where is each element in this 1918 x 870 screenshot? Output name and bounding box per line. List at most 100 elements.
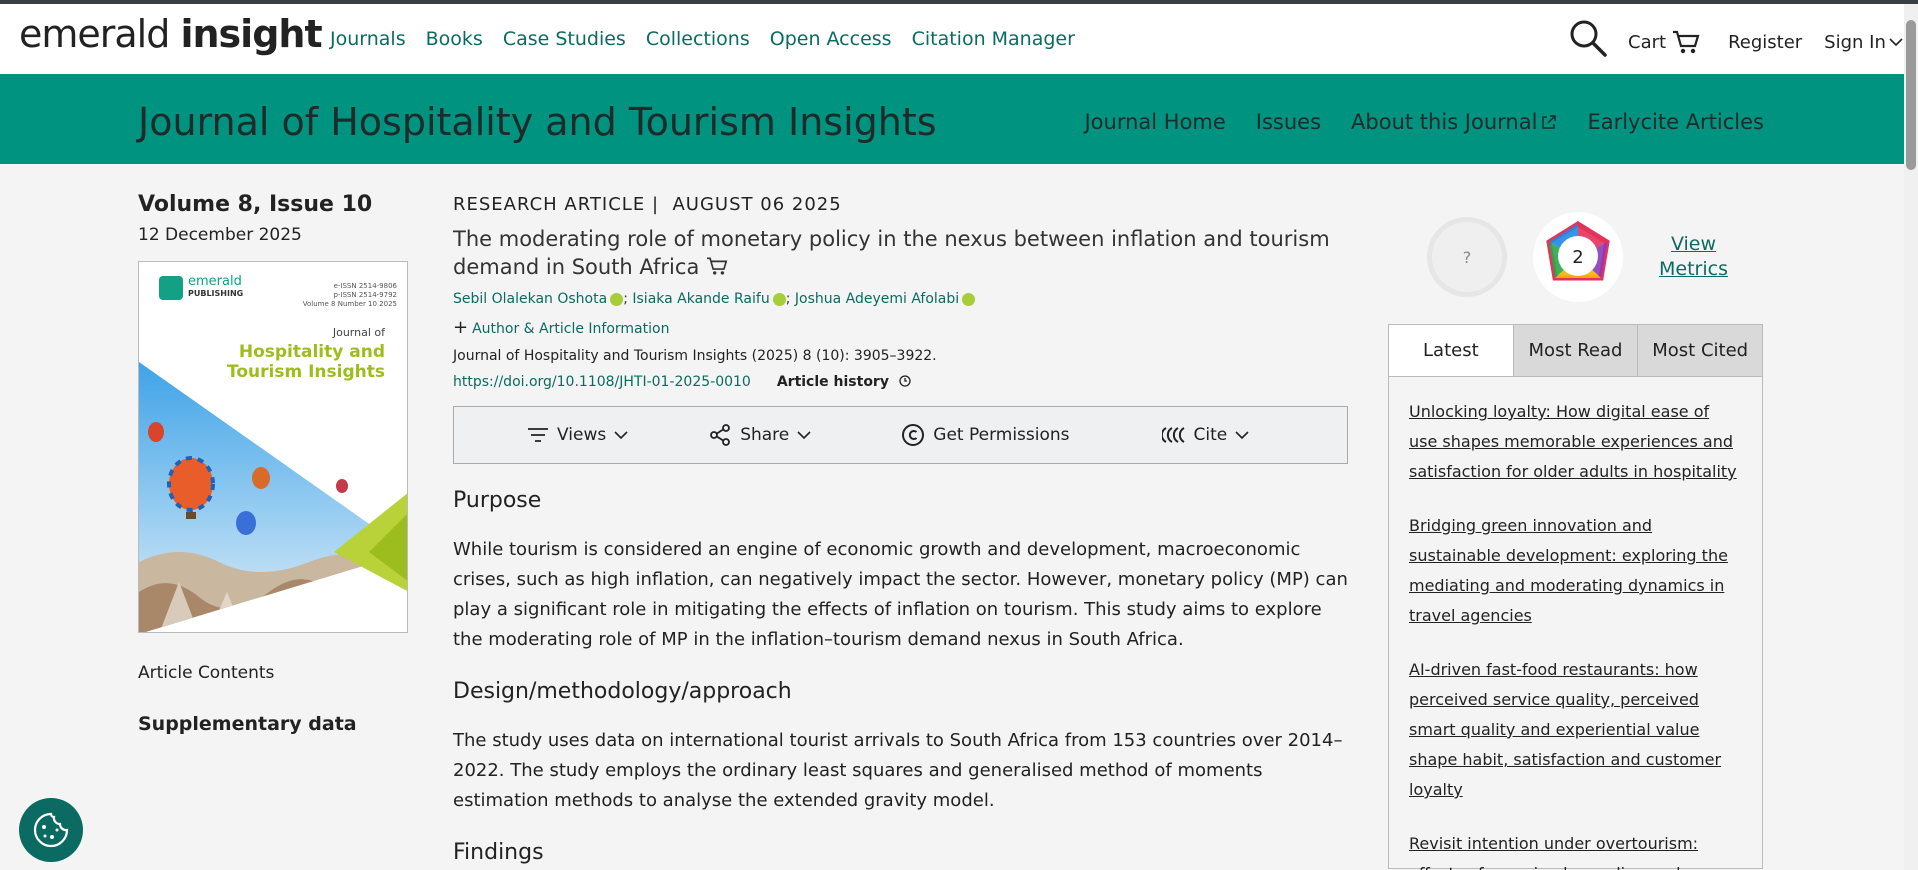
cover-journal-of: Journal of	[332, 326, 385, 339]
earlycite-link[interactable]: Earlycite Articles	[1587, 110, 1764, 134]
journal-home-link[interactable]: Journal Home	[1084, 110, 1225, 134]
register-link[interactable]: Register	[1728, 32, 1802, 53]
cover-journal-name: Hospitality and Tourism Insights	[227, 342, 385, 382]
cover-issn: e-ISSN 2514-9806 p-ISSN 2514-9792 Volume 8…	[302, 282, 397, 308]
tab-row: Latest Most Read Most Cited	[1389, 325, 1763, 377]
article-history-label: Article history	[776, 374, 889, 390]
search-icon[interactable]	[1568, 18, 1608, 58]
altmetric-badge[interactable]: ?	[1427, 217, 1507, 297]
list-item[interactable]: Revisit intention under overtourism: eff…	[1409, 829, 1742, 870]
nav-books[interactable]: Books	[426, 28, 483, 50]
design-text: The study uses data on international tou…	[453, 730, 1343, 811]
about-journal-link[interactable]: About this Journal	[1351, 110, 1557, 134]
emerald-publishing-logo: emerald PUBLISHING	[159, 275, 243, 300]
nav-collections[interactable]: Collections	[646, 28, 750, 50]
cart-label: Cart	[1628, 31, 1667, 53]
list-item[interactable]: Unlocking loyalty: How digital ease of u…	[1409, 397, 1742, 487]
copyright-icon	[902, 424, 925, 446]
dimensions-count: 2	[1572, 247, 1583, 268]
views-label: Views	[557, 425, 607, 445]
citation-text: Journal of Hospitality and Tourism Insig…	[453, 348, 937, 364]
nav-citation-manager[interactable]: Citation Manager	[912, 28, 1075, 50]
tab-most-read[interactable]: Most Read	[1512, 325, 1638, 376]
latest-articles-list: Unlocking loyalty: How digital ease of u…	[1389, 377, 1762, 870]
cookie-icon	[33, 812, 69, 848]
purpose-heading: Purpose	[453, 488, 542, 513]
findings-heading: Findings	[453, 840, 544, 865]
orcid-icon[interactable]	[962, 292, 976, 306]
site-header: emerald insight Journals Books Case Stud…	[0, 4, 1918, 74]
journal-cover-image[interactable]: emerald PUBLISHING e-ISSN 2514-9806 p-ISSN…	[138, 261, 408, 633]
journal-nav: Journal Home Issues About this Journal E…	[1054, 110, 1764, 134]
share-icon	[710, 424, 731, 446]
doi-link[interactable]: https://doi.org/10.1108/JHTI-01-2025-001…	[453, 374, 751, 390]
purpose-text: While tourism is considered an engine of…	[453, 539, 1348, 650]
orcid-icon[interactable]	[772, 292, 786, 306]
author-link[interactable]: Joshua Adeyemi Afolabi	[795, 291, 959, 307]
list-item[interactable]: AI-driven fast-food restaurants: how per…	[1409, 655, 1742, 805]
design-heading: Design/methodology/approach	[453, 679, 792, 704]
issue-date: 12 December 2025	[138, 225, 302, 245]
article-toolbar: Views Share Get Permissions Cite	[453, 406, 1348, 464]
journal-title[interactable]: Journal of Hospitality and Tourism Insig…	[138, 100, 937, 144]
views-button[interactable]: Views	[527, 425, 628, 445]
orcid-icon[interactable]	[610, 292, 624, 306]
author-list: Sebil Olalekan Oshota; Isiaka Akande Rai…	[453, 291, 1348, 307]
author-link[interactable]: Isiaka Akande Raifu	[632, 291, 769, 307]
emerald-logo-mark	[159, 276, 183, 300]
main-nav: Journals Books Case Studies Collections …	[330, 28, 1095, 50]
about-journal-label: About this Journal	[1351, 110, 1538, 134]
issue-sidebar: Volume 8, Issue 10 12 December 2025 emer…	[138, 192, 408, 735]
dimensions-badge[interactable]: 2	[1533, 212, 1623, 302]
nav-journals[interactable]: Journals	[330, 28, 406, 50]
tab-most-cited[interactable]: Most Cited	[1637, 325, 1763, 376]
cart-icon[interactable]	[706, 256, 728, 276]
list-item[interactable]: Bridging green innovation and sustainabl…	[1409, 511, 1742, 631]
sign-in-button[interactable]: Sign In	[1824, 32, 1903, 53]
article-main: RESEARCH ARTICLE | AUGUST 06 2025 The mo…	[453, 194, 1348, 865]
chevron-down-icon	[797, 431, 811, 440]
header-actions: Cart Register Sign In	[1568, 20, 1903, 58]
articles-tab-panel: Latest Most Read Most Cited Unlocking lo…	[1388, 324, 1763, 870]
supplementary-data-link[interactable]: Supplementary data	[138, 713, 408, 735]
article-contents-link[interactable]: Article Contents	[138, 663, 408, 683]
cart-button[interactable]: Cart	[1628, 29, 1700, 55]
sign-in-label: Sign In	[1824, 31, 1886, 53]
cite-label: Cite	[1193, 425, 1228, 445]
author-info-toggle[interactable]: + Author & Article Information	[453, 317, 1348, 338]
external-link-icon	[1542, 115, 1557, 129]
scrollbar-thumb[interactable]	[1906, 20, 1916, 170]
doi-row: https://doi.org/10.1108/JHTI-01-2025-001…	[453, 374, 1348, 390]
author-info-label: Author & Article Information	[472, 321, 670, 337]
get-permissions-button[interactable]: Get Permissions	[901, 423, 1070, 447]
cookie-settings-button[interactable]	[19, 798, 83, 862]
lines-icon	[528, 428, 548, 442]
article-history-button[interactable]: Article history	[777, 374, 912, 390]
metrics-widget: ? 2 View Metrics	[1427, 212, 1728, 302]
emerald-insight-logo[interactable]: emerald insight	[19, 12, 323, 56]
cite-button[interactable]: Cite	[1161, 425, 1250, 445]
author-link[interactable]: Sebil Olalekan Oshota	[453, 291, 607, 307]
permissions-label: Get Permissions	[933, 425, 1070, 445]
chevron-down-icon	[1235, 431, 1249, 440]
share-label: Share	[740, 425, 790, 445]
article-kicker: RESEARCH ARTICLE | AUGUST 06 2025	[453, 194, 842, 215]
journal-band: Journal of Hospitality and Tourism Insig…	[0, 74, 1904, 164]
article-title: The moderating role of monetary policy i…	[453, 227, 1330, 279]
nav-open-access[interactable]: Open Access	[770, 28, 892, 50]
nav-case-studies[interactable]: Case Studies	[503, 28, 626, 50]
volume-issue[interactable]: Volume 8, Issue 10	[138, 192, 408, 217]
plus-icon: +	[453, 317, 469, 338]
history-icon	[899, 375, 911, 387]
quote-icon	[1161, 427, 1185, 443]
chevron-down-icon	[614, 431, 628, 440]
cart-icon	[1673, 30, 1700, 54]
tab-latest[interactable]: Latest	[1389, 325, 1513, 376]
issues-link[interactable]: Issues	[1256, 110, 1321, 134]
page-scrollbar[interactable]	[1904, 4, 1918, 870]
view-metrics-link[interactable]: View Metrics	[1659, 232, 1728, 282]
share-button[interactable]: Share	[708, 423, 811, 447]
chevron-down-icon	[1889, 38, 1903, 47]
cover-artwork	[139, 362, 407, 632]
dimensions-icon: 2	[1546, 221, 1610, 281]
